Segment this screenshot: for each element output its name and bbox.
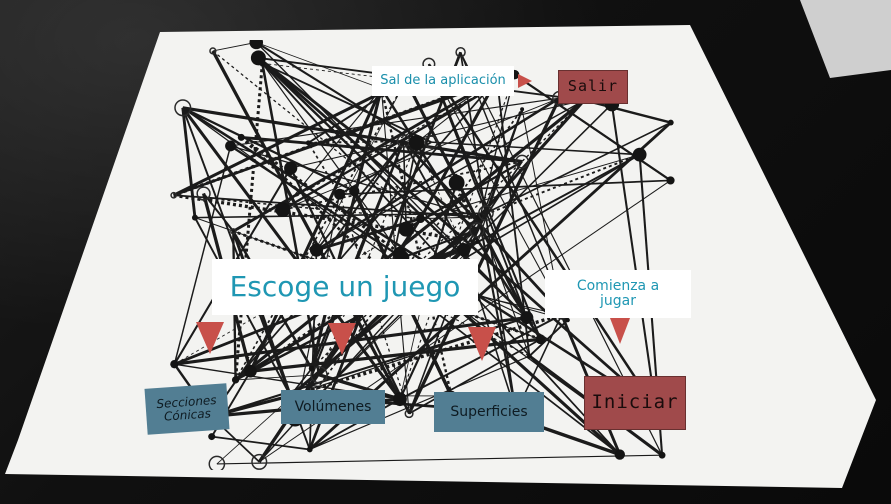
network-node <box>250 50 266 66</box>
network-node <box>667 119 674 126</box>
network-node <box>225 140 236 152</box>
network-node <box>527 353 532 359</box>
network-node <box>393 246 407 260</box>
network-node <box>244 364 257 378</box>
page-title: Escoge un juego <box>212 259 478 315</box>
conic-sections-button[interactable]: Secciones Cónicas <box>144 383 230 435</box>
volumes-pointer-icon <box>328 323 356 355</box>
network-node <box>416 214 425 224</box>
title-text: Escoge un juego <box>229 270 461 304</box>
network-node <box>457 242 471 257</box>
start-button-label: Iniciar <box>591 391 679 414</box>
surfaces-button[interactable]: Superficies <box>434 392 544 432</box>
network-node <box>520 311 534 325</box>
network-node <box>191 214 198 221</box>
conic-line2: Cónicas <box>163 406 212 424</box>
start-hint-line1: Comienza a <box>576 278 660 295</box>
network-node <box>308 365 315 372</box>
network-node <box>231 376 240 384</box>
surfaces-label: Superficies <box>450 403 528 420</box>
volumes-label: Volúmenes <box>294 398 372 415</box>
network-node <box>275 202 291 218</box>
surfaces-pointer-icon <box>468 327 496 361</box>
network-node <box>305 140 311 146</box>
network-node <box>334 188 346 200</box>
volumes-button[interactable]: Volúmenes <box>281 390 385 424</box>
start-hint-line2: jugar <box>600 293 636 309</box>
network-node <box>398 221 414 237</box>
network-node <box>475 239 480 244</box>
exit-button[interactable]: Salir <box>558 70 628 104</box>
network-node <box>208 433 216 441</box>
exit-pointer-icon <box>518 74 532 88</box>
start-pointer-icon <box>610 318 630 344</box>
network-node <box>632 147 647 162</box>
network-node <box>535 334 546 345</box>
exit-hint-label: Sal de la aplicación <box>372 66 514 96</box>
network-node <box>658 451 666 459</box>
network-node <box>520 107 525 112</box>
exit-button-label: Salir <box>567 77 619 96</box>
exit-hint-text: Sal de la aplicación <box>380 73 506 89</box>
network-node <box>170 359 179 369</box>
network-node <box>284 161 298 175</box>
conic-pointer-icon <box>196 322 224 354</box>
network-node <box>565 317 570 323</box>
network-node <box>306 446 313 453</box>
start-hint-label: Comienza a jugar <box>545 270 691 318</box>
start-button[interactable]: Iniciar <box>584 376 686 430</box>
network-node <box>614 449 625 460</box>
background-paper-sheet <box>800 0 891 78</box>
network-node <box>408 134 425 151</box>
network-node <box>393 392 407 407</box>
network-node <box>237 133 245 141</box>
network-node <box>309 243 324 257</box>
network-node <box>448 174 465 191</box>
network-node <box>666 176 675 185</box>
network-node <box>349 185 360 197</box>
